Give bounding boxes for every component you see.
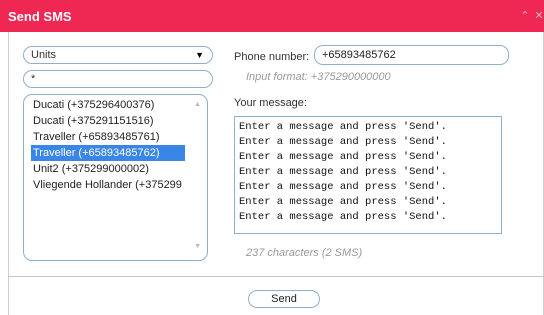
scroll-down-arrow-icon[interactable]: ▼ [194, 243, 201, 250]
message-line: Enter a message and press 'Send'. [239, 121, 447, 133]
phone-number-input[interactable]: +65893485762 [314, 45, 509, 65]
phone-number-label: Phone number: [234, 51, 310, 63]
unit-filter-input[interactable]: * [23, 70, 213, 88]
footer-divider [8, 276, 544, 277]
dialog-border-left [8, 32, 9, 315]
unit-list-item[interactable]: Ducati (+375296400376) [31, 97, 154, 113]
window-controls: ⌃ ✕ [520, 9, 544, 22]
message-line: Enter a message and press 'Send'. [239, 196, 447, 208]
message-line: Enter a message and press 'Send'. [239, 181, 447, 193]
unit-list-item[interactable]: Ducati (+375291151516) [31, 113, 154, 129]
message-line: Enter a message and press 'Send'. [239, 166, 447, 178]
message-textarea[interactable]: Enter a message and press 'Send'. Enter … [234, 116, 502, 234]
unit-list-item[interactable]: Traveller (+65893485761) [31, 129, 159, 145]
dialog-title: Send SMS [8, 8, 72, 24]
unit-list[interactable]: Ducati (+375296400376) Ducati (+37529115… [23, 94, 208, 261]
send-button[interactable]: Send [248, 290, 320, 308]
phone-number-value: +65893485762 [322, 49, 396, 61]
unit-list-item[interactable]: Unit2 (+375299000002) [31, 161, 149, 177]
unit-list-item[interactable]: Vliegende Hollander (+375299 [31, 177, 182, 193]
units-select[interactable]: Units ▼ [23, 46, 213, 64]
scroll-up-arrow-icon[interactable]: ▲ [194, 101, 201, 108]
unit-list-item-selected[interactable]: Traveller (+65893485762) [31, 145, 185, 161]
dialog-titlebar: Send SMS ⌃ ✕ [0, 0, 544, 32]
message-line: Enter a message and press 'Send'. [239, 211, 447, 223]
collapse-icon[interactable]: ⌃ [520, 9, 530, 22]
units-select-value: Units [31, 49, 57, 61]
close-icon[interactable]: ✕ [534, 9, 544, 22]
dropdown-arrow-icon: ▼ [195, 50, 204, 60]
message-line: Enter a message and press 'Send'. [239, 151, 447, 163]
phone-format-hint: Input format: +375290000000 [246, 71, 391, 83]
character-counter: 237 characters (2 SMS) [246, 247, 363, 259]
message-label: Your message: [234, 97, 307, 109]
message-line: Enter a message and press 'Send'. [239, 136, 447, 148]
unit-filter-value: * [31, 73, 36, 85]
